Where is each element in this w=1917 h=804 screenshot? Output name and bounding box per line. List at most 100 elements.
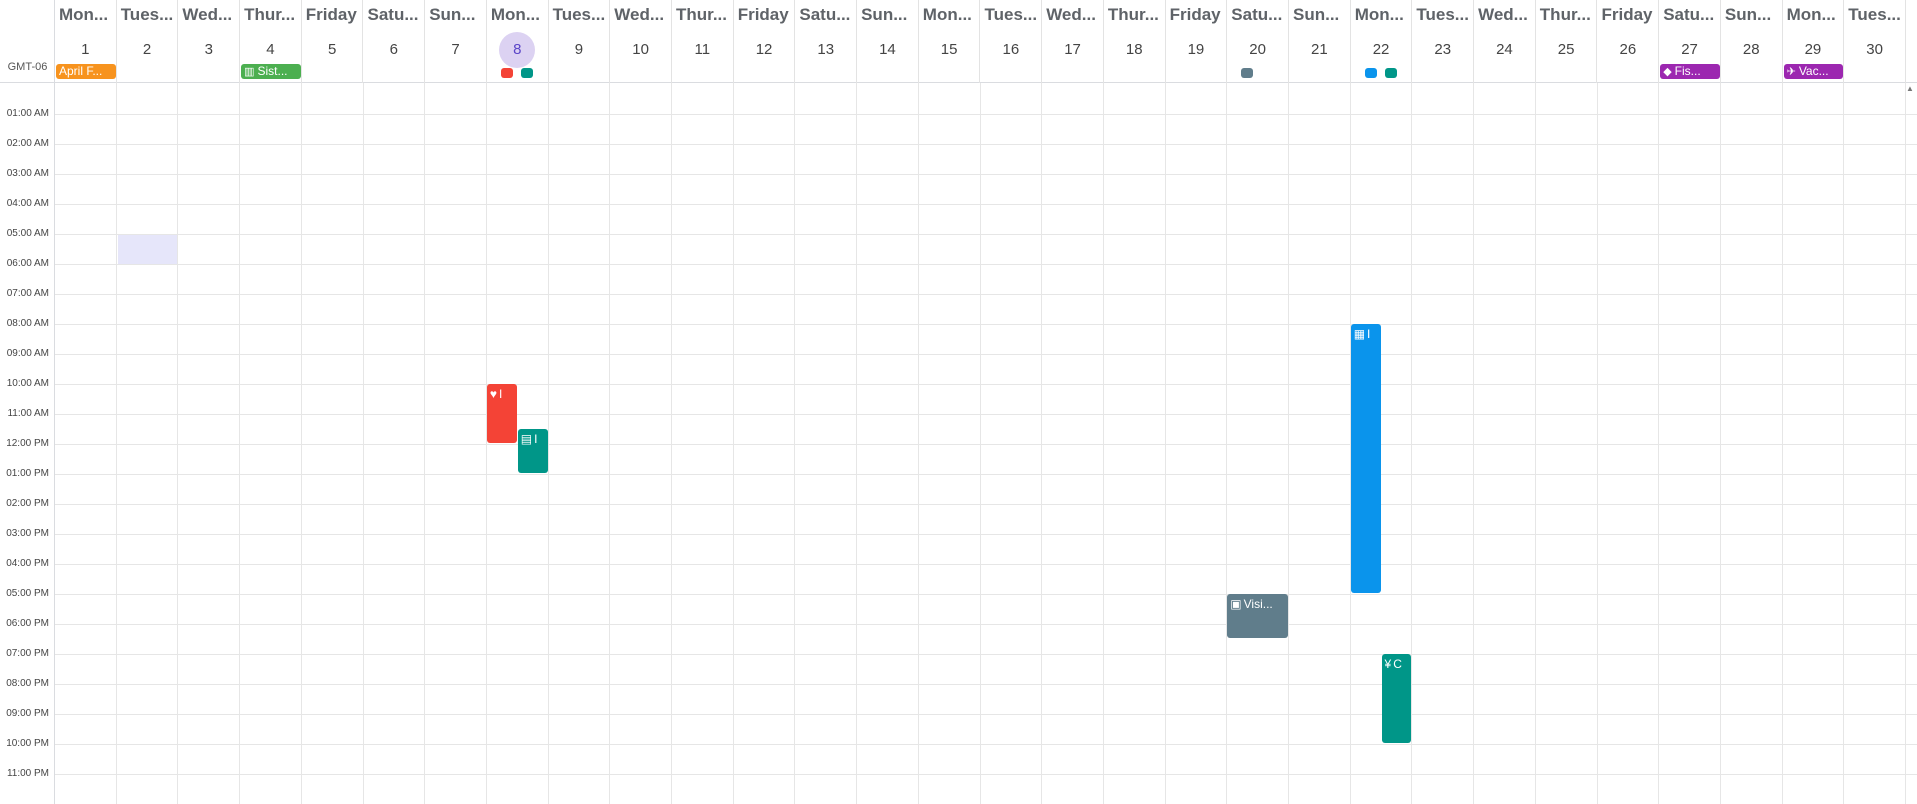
day-number[interactable]: 26 <box>1598 32 1659 68</box>
day-number[interactable]: 13 <box>795 32 856 68</box>
day-header[interactable]: Sun... 7 <box>425 0 487 83</box>
day-header[interactable]: Friday 12 <box>734 0 796 83</box>
day-number[interactable]: 14 <box>857 32 918 68</box>
day-header[interactable]: Mon... 8 <box>487 0 549 83</box>
day-number[interactable]: 2 <box>117 32 178 68</box>
day-number[interactable]: 9 <box>549 32 610 68</box>
all-day-event-label: Vac... <box>1798 64 1829 78</box>
all-day-event-dot[interactable] <box>520 68 533 78</box>
grid-hour-line <box>55 534 1917 535</box>
day-header[interactable]: Satu... 13 <box>795 0 858 83</box>
all-day-event[interactable]: ◆ Fis... <box>1660 64 1720 79</box>
all-day-event[interactable]: ▥ Sist... <box>241 64 301 79</box>
airplane-icon: ✈ <box>1786 66 1796 78</box>
day-header[interactable]: Tues... 2 <box>117 0 179 83</box>
day-header[interactable]: Tues... 9 <box>549 0 611 83</box>
day-header[interactable]: Tues... 16 <box>981 0 1043 83</box>
day-number[interactable]: 22 <box>1351 32 1412 68</box>
day-name: Thur... <box>244 5 296 24</box>
day-number[interactable]: 24 <box>1474 32 1535 68</box>
timed-event[interactable]: ¥ C <box>1381 654 1412 743</box>
day-number[interactable]: 19 <box>1166 32 1227 68</box>
day-header[interactable]: Thur... 11 <box>672 0 734 83</box>
day-number[interactable]: 5 <box>302 32 363 68</box>
day-number[interactable]: 6 <box>364 32 425 68</box>
day-header[interactable]: Mon... 15 <box>919 0 981 83</box>
all-day-event-dot[interactable] <box>500 68 513 78</box>
day-number[interactable]: 27 <box>1659 32 1720 68</box>
day-number[interactable]: 28 <box>1721 32 1782 68</box>
day-number[interactable]: 29 <box>1783 32 1844 68</box>
day-header[interactable]: Sun... 21 <box>1289 0 1351 83</box>
day-number-text: 8 <box>499 32 536 68</box>
day-number-text: 15 <box>940 41 958 58</box>
day-number[interactable]: 16 <box>981 32 1042 68</box>
today-date-number[interactable]: 8 <box>487 32 548 68</box>
day-number-text: 25 <box>1557 41 1575 58</box>
all-day-event[interactable]: April F... <box>56 64 116 79</box>
day-name: Wed... <box>1046 5 1096 24</box>
day-number[interactable]: 3 <box>178 32 239 68</box>
all-day-event-dot[interactable] <box>1364 68 1377 78</box>
all-day-event-dot[interactable] <box>1384 68 1397 78</box>
grid-hour-line <box>55 264 1917 265</box>
day-number[interactable]: 12 <box>734 32 795 68</box>
day-number[interactable]: 21 <box>1289 32 1350 68</box>
day-number-text: 28 <box>1742 41 1760 58</box>
hour-label: 03:00 AM <box>6 168 49 179</box>
day-header[interactable]: Satu... 6 <box>364 0 426 83</box>
day-header[interactable]: Wed... 24 <box>1474 0 1536 83</box>
day-number[interactable]: 23 <box>1412 32 1473 68</box>
day-header[interactable]: Thur... 18 <box>1104 0 1166 83</box>
day-number-text: 9 <box>574 41 584 58</box>
day-header[interactable]: Sun... 28 <box>1721 0 1783 83</box>
day-number[interactable]: 1 <box>55 32 116 68</box>
day-number-text: 11 <box>694 41 711 58</box>
day-name: Thur... <box>676 5 727 24</box>
day-number[interactable]: 4 <box>240 32 301 68</box>
day-number[interactable]: 20 <box>1227 32 1288 68</box>
day-header[interactable]: Friday 5 <box>302 0 364 83</box>
day-number[interactable]: 15 <box>919 32 980 68</box>
day-number[interactable]: 11 <box>672 32 733 68</box>
hour-label: 02:00 AM <box>6 138 49 149</box>
day-header[interactable]: Sun... 14 <box>857 0 919 83</box>
day-header[interactable]: Mon... 22 <box>1351 0 1413 83</box>
utensils-icon: ¥ <box>1384 657 1392 671</box>
all-day-event-dot[interactable] <box>1241 68 1254 78</box>
day-number[interactable]: 25 <box>1536 32 1597 68</box>
time-selection[interactable] <box>117 234 179 264</box>
day-number[interactable]: 18 <box>1104 32 1165 68</box>
scroll-up-icon[interactable]: ▲ <box>1906 84 1914 93</box>
day-number-text: 20 <box>1249 41 1266 58</box>
day-header[interactable]: Wed... 10 <box>610 0 672 83</box>
day-number[interactable]: 30 <box>1844 32 1905 68</box>
grid-hour-line <box>55 594 1917 595</box>
day-name: Tues... <box>1848 5 1901 24</box>
day-number-text: 3 <box>204 41 213 58</box>
day-name: Satu... <box>367 5 419 24</box>
hour-label: 08:00 AM <box>6 318 49 329</box>
day-name: Tues... <box>120 5 174 24</box>
timed-event[interactable]: ▤ I <box>517 429 548 473</box>
day-header[interactable]: Tues... 23 <box>1412 0 1475 83</box>
day-header[interactable]: Thur... 25 <box>1536 0 1598 83</box>
day-number[interactable]: 10 <box>610 32 671 68</box>
timed-event[interactable]: ♥ I <box>486 384 517 443</box>
day-header[interactable]: Wed... 17 <box>1042 0 1104 83</box>
day-header[interactable]: Friday 26 <box>1598 0 1660 83</box>
timed-event[interactable]: ▦ I <box>1350 324 1381 593</box>
day-header[interactable]: Friday 19 <box>1166 0 1228 83</box>
day-number[interactable]: 7 <box>425 32 486 68</box>
all-day-event-label: April F... <box>59 64 103 78</box>
all-day-event[interactable]: ✈ Vac... <box>1783 64 1844 79</box>
day-header[interactable]: Tues... 30 <box>1844 0 1906 83</box>
day-name: Mon... <box>922 5 972 24</box>
day-number-text: 26 <box>1619 41 1637 58</box>
day-number[interactable]: 17 <box>1042 32 1103 68</box>
day-header[interactable]: Satu... 20 <box>1227 0 1289 83</box>
timed-event[interactable]: ▣ Visi... <box>1227 594 1288 638</box>
timed-event-label: C <box>1393 657 1402 671</box>
day-header[interactable]: Wed... 3 <box>178 0 241 83</box>
hour-label: 02:00 PM <box>6 498 49 509</box>
